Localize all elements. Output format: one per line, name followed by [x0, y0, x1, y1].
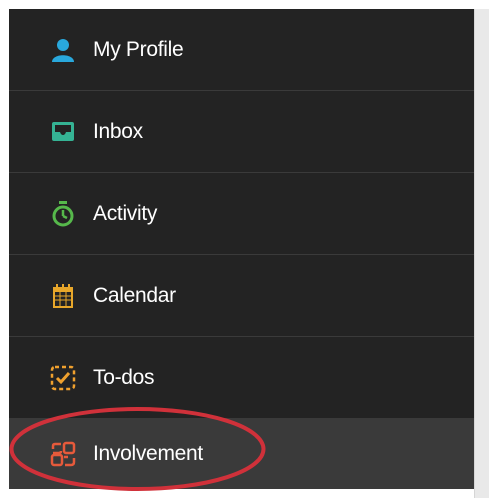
todo-icon	[50, 365, 76, 391]
menu-item-to-dos[interactable]: To-dos	[9, 337, 474, 419]
menu-item-involvement[interactable]: Involvement	[9, 419, 474, 489]
menu-item-label: To-dos	[93, 365, 155, 389]
user-icon	[50, 37, 76, 63]
menu-item-label: Involvement	[93, 442, 203, 465]
menu-item-calendar[interactable]: Calendar	[9, 255, 474, 337]
side-menu: My Profile Inbox Activity Calendar To-do…	[9, 9, 474, 489]
menu-item-my-profile[interactable]: My Profile	[9, 9, 474, 91]
inbox-icon	[50, 119, 76, 145]
menu-item-inbox[interactable]: Inbox	[9, 91, 474, 173]
menu-item-activity[interactable]: Activity	[9, 173, 474, 255]
stopwatch-icon	[50, 200, 76, 227]
involvement-icon	[50, 441, 76, 467]
menu-item-label: My Profile	[93, 37, 184, 61]
menu-item-label: Calendar	[93, 283, 176, 307]
calendar-icon	[50, 283, 76, 309]
menu-item-label: Inbox	[93, 119, 143, 143]
scrollbar-track[interactable]	[474, 9, 489, 498]
screenshot-frame: My Profile Inbox Activity Calendar To-do…	[0, 0, 489, 498]
menu-item-label: Activity	[93, 201, 158, 225]
